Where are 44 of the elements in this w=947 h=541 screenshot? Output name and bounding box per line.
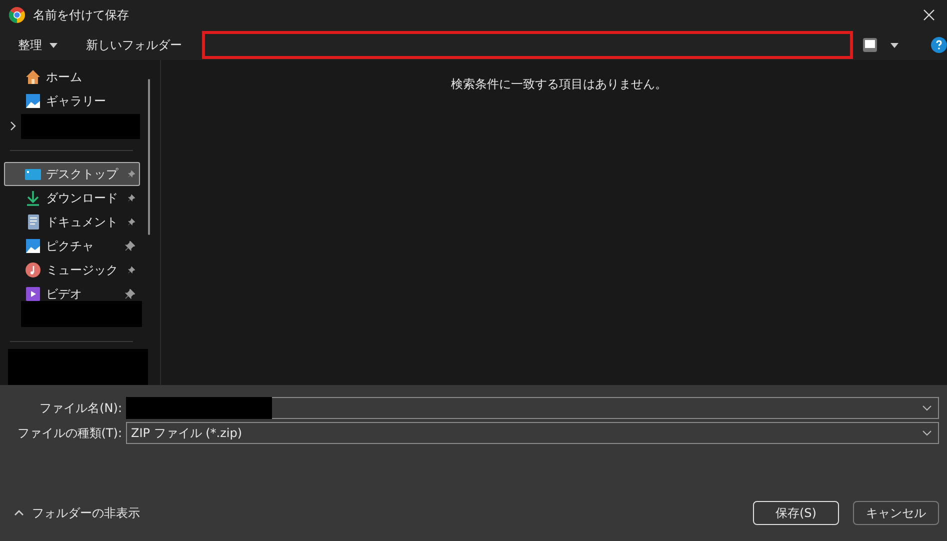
caret-icon[interactable]: [890, 42, 900, 48]
expand-chevron-icon[interactable]: [10, 121, 16, 131]
empty-message: 検索条件に一致する項目はありません。: [451, 76, 667, 92]
pin-icon[interactable]: [128, 265, 135, 275]
nav-item[interactable]: ミュージック: [4, 258, 140, 282]
field-label: ファイルの種類(T):: [16, 424, 123, 442]
pin-icon[interactable]: [125, 241, 135, 251]
pin-icon[interactable]: [128, 193, 135, 203]
nav-item[interactable]: デスクトップ: [4, 162, 140, 186]
nav-item[interactable]: ドキュメント: [4, 210, 140, 234]
download-icon: [25, 190, 41, 206]
organize-menu-button[interactable]: 整理: [0, 32, 68, 58]
video-icon: [25, 286, 41, 302]
help-icon[interactable]: [931, 37, 947, 53]
view-mode-icon[interactable]: [862, 37, 878, 53]
browser-logo-icon: [9, 7, 25, 23]
file-type-dropdown[interactable]: ZIP ファイル (*.zip): [126, 422, 939, 444]
scrollbar-thumb[interactable]: [148, 79, 150, 235]
pin-icon[interactable]: [128, 169, 135, 179]
window-title: 名前を付けて保存: [33, 6, 129, 24]
dropdown-chevron-icon[interactable]: [922, 430, 932, 436]
image-icon: [25, 238, 41, 254]
dialog-button[interactable]: 保存(S): [753, 501, 839, 525]
dialog-button[interactable]: キャンセル: [853, 501, 939, 525]
file-name-field[interactable]: [126, 397, 939, 419]
nav-item[interactable]: ダウンロード: [4, 186, 140, 210]
nav-item[interactable]: ビデオ: [4, 282, 140, 306]
close-icon[interactable]: [923, 9, 935, 21]
music-note-icon: [25, 262, 41, 278]
caret-icon: [49, 42, 58, 48]
desktop-icon: [25, 166, 41, 182]
nav-item[interactable]: ピクチャ: [4, 234, 140, 258]
nav-item[interactable]: ホーム: [4, 65, 140, 89]
field-label: ファイル名(N):: [38, 400, 123, 416]
image-icon: [25, 93, 41, 109]
chevron-up-icon: [14, 510, 24, 516]
document-icon: [25, 214, 41, 230]
pin-icon[interactable]: [125, 289, 135, 299]
new-folder-button[interactable]: 新しいフォルダー: [68, 32, 192, 58]
house-icon: [25, 69, 41, 85]
pin-icon[interactable]: [128, 217, 135, 227]
dropdown-chevron-icon[interactable]: [922, 405, 932, 411]
hide-folders-button[interactable]: フォルダーの非表示: [0, 504, 146, 522]
nav-item[interactable]: ギャラリー: [4, 89, 140, 113]
